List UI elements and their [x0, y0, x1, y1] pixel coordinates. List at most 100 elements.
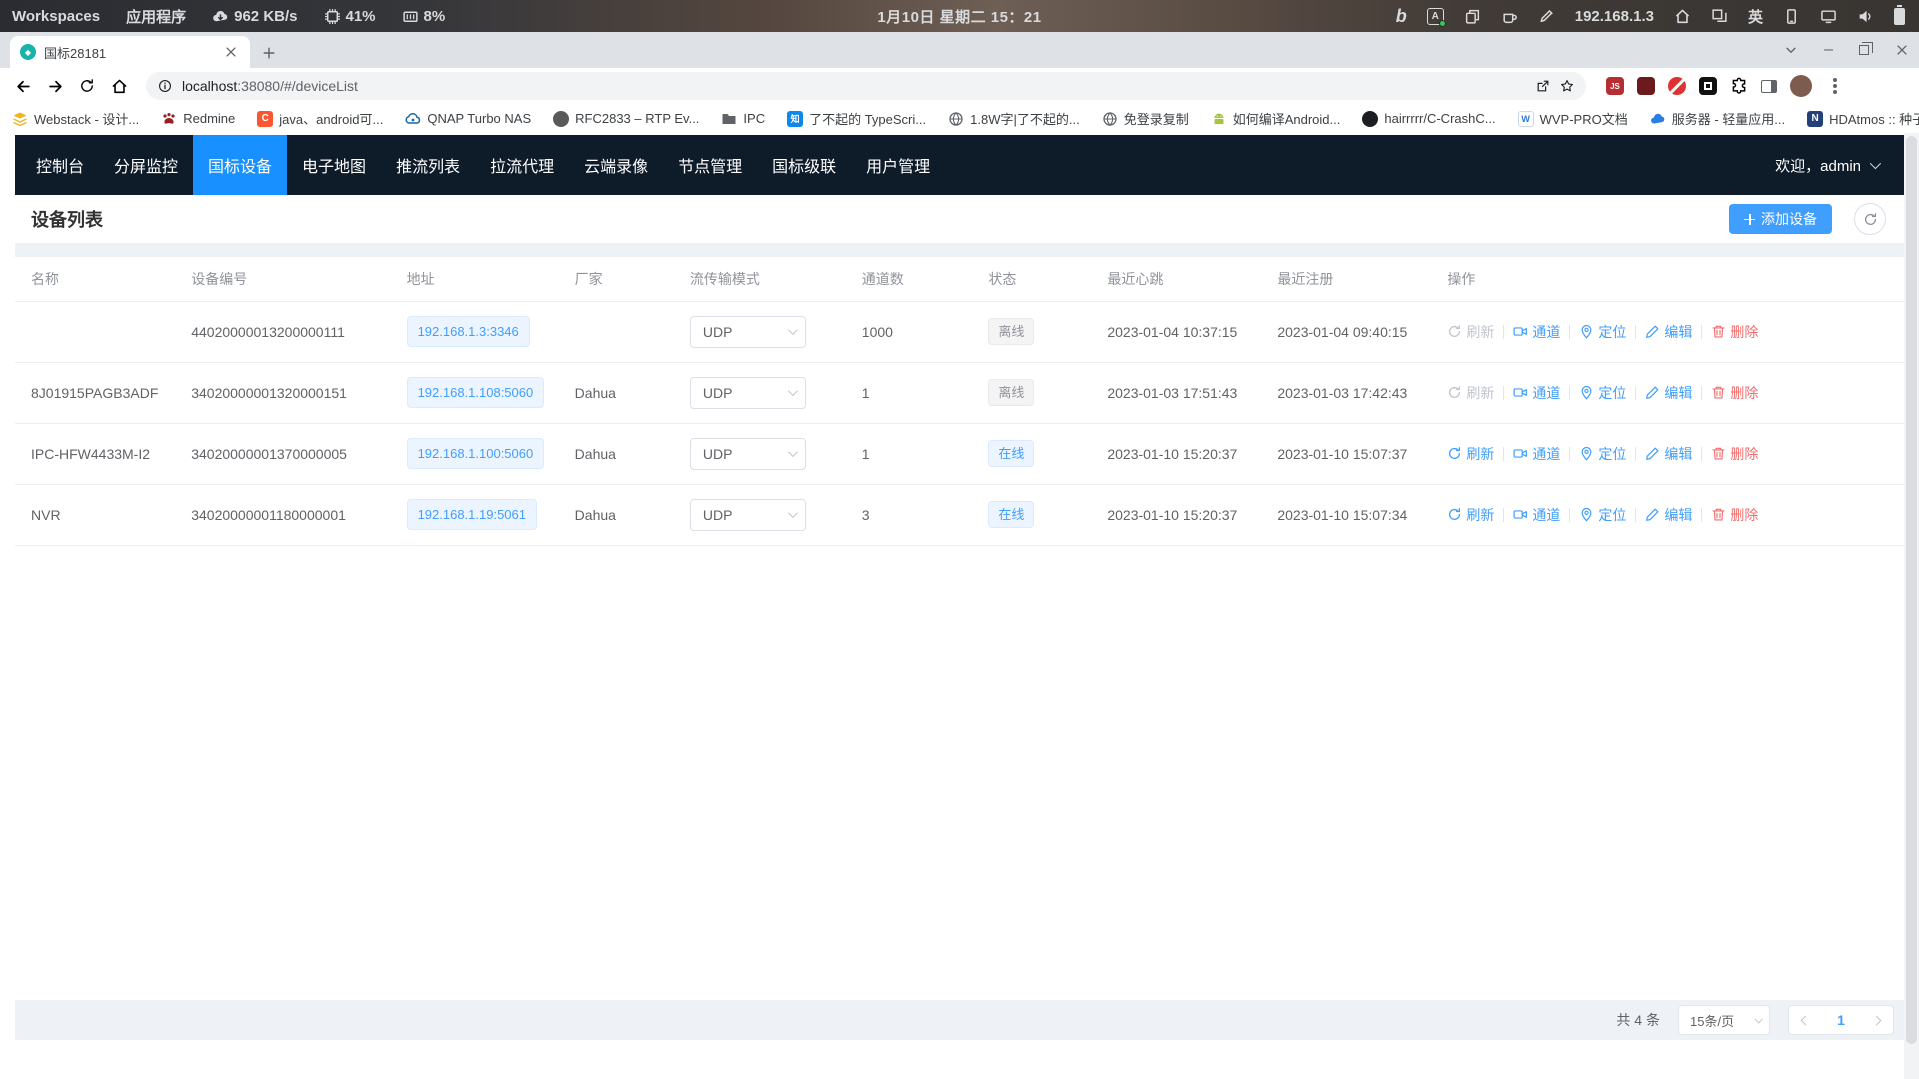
browser-menu-icon[interactable] — [1833, 84, 1837, 88]
bookmark-item[interactable]: NHDAtmos :: 种子 *... — [1807, 109, 1919, 128]
delete-button[interactable]: 删除 — [1711, 383, 1758, 403]
bookmark-item[interactable]: 知了不起的 TypeScri... — [787, 109, 926, 128]
channels-button[interactable]: 通道 — [1513, 322, 1560, 342]
goggles-extension-icon[interactable] — [1637, 77, 1655, 95]
edit-button[interactable]: 编辑 — [1645, 322, 1692, 342]
nav-item-console[interactable]: 控制台 — [21, 135, 99, 195]
home-button[interactable] — [106, 73, 132, 99]
bookmark-item[interactable]: RFC2833 – RTP Ev... — [553, 111, 699, 127]
cpu-value: 41% — [346, 8, 376, 25]
edit-button[interactable]: 编辑 — [1645, 444, 1692, 464]
share-icon[interactable] — [1536, 79, 1550, 93]
refresh-device-button[interactable]: 刷新 — [1447, 505, 1494, 525]
window-close-button[interactable] — [1895, 43, 1909, 57]
nav-item-gb-devices[interactable]: 国标设备 — [193, 135, 287, 195]
bookmark-item[interactable]: 服务器 - 轻量应用... — [1650, 109, 1785, 128]
nav-item-push-list[interactable]: 推流列表 — [381, 135, 475, 195]
stream-mode-select[interactable]: UDP — [690, 438, 806, 470]
nav-item-user-manage[interactable]: 用户管理 — [851, 135, 945, 195]
page-size-select[interactable]: 15条/页 — [1678, 1005, 1770, 1035]
refresh-device-button[interactable]: 刷新 — [1447, 322, 1494, 342]
address-bar[interactable]: localhost:38080/#/deviceList — [146, 72, 1586, 100]
channels-button[interactable]: 通道 — [1513, 505, 1560, 525]
bookmark-item[interactable]: hairrrrr/C-CrashC... — [1362, 111, 1495, 127]
extensions-puzzle-icon[interactable] — [1730, 77, 1748, 95]
delete-button[interactable]: 删除 — [1711, 505, 1758, 525]
user-menu[interactable]: 欢迎，admin — [1775, 155, 1904, 176]
url-text[interactable]: localhost:38080/#/deviceList — [182, 78, 358, 94]
delete-button[interactable]: 删除 — [1711, 322, 1758, 342]
input-language-indicator[interactable]: 英 — [1748, 6, 1763, 27]
bookmark-item[interactable]: 如何编译Android... — [1211, 109, 1341, 128]
locate-button[interactable]: 定位 — [1579, 505, 1626, 525]
bookmark-item[interactable]: 免登录复制 — [1102, 109, 1189, 128]
nav-item-split-monitor[interactable]: 分屏监控 — [99, 135, 193, 195]
refresh-device-button[interactable]: 刷新 — [1447, 383, 1494, 403]
prev-page-button[interactable] — [1801, 1015, 1811, 1025]
dark-square-extension-icon[interactable] — [1699, 77, 1717, 95]
side-panel-icon[interactable] — [1761, 80, 1777, 93]
tab-search-chevron-icon[interactable] — [1784, 43, 1798, 57]
stream-mode-select[interactable]: UDP — [690, 377, 806, 409]
minimize-button[interactable]: – — [1824, 41, 1833, 59]
bookmark-item[interactable]: WWVP-PRO文档 — [1518, 109, 1628, 128]
stream-mode-select[interactable]: UDP — [690, 499, 806, 531]
restore-button[interactable] — [1859, 45, 1869, 55]
caffeine-tray-icon[interactable] — [1501, 8, 1518, 25]
locate-button[interactable]: 定位 — [1579, 444, 1626, 464]
refresh-device-button[interactable]: 刷新 — [1447, 444, 1494, 464]
home-tray-icon[interactable] — [1674, 8, 1691, 25]
locate-button[interactable]: 定位 — [1579, 383, 1626, 403]
bookmark-item[interactable]: Cjava、android可... — [257, 109, 383, 128]
workspaces-button[interactable]: Workspaces — [12, 8, 100, 25]
channels-button[interactable]: 通道 — [1513, 383, 1560, 403]
edit-button[interactable]: 编辑 — [1645, 505, 1692, 525]
back-button[interactable] — [10, 73, 36, 99]
bookmark-item[interactable]: 1.8W字|了不起的... — [948, 109, 1080, 128]
forward-button[interactable] — [42, 73, 68, 99]
new-tab-button[interactable] — [258, 42, 280, 64]
next-page-button[interactable] — [1872, 1015, 1882, 1025]
delete-button[interactable]: 删除 — [1711, 444, 1758, 464]
bookmark-item[interactable]: Redmine — [161, 111, 235, 127]
nav-item-pull-proxy[interactable]: 拉流代理 — [475, 135, 569, 195]
ip-address-indicator[interactable]: 192.168.1.3 — [1575, 8, 1654, 25]
js-extension-icon[interactable]: JS — [1606, 77, 1624, 95]
nav-item-e-map[interactable]: 电子地图 — [287, 135, 381, 195]
workspaces-tray-icon[interactable] — [1711, 8, 1728, 25]
volume-icon[interactable] — [1857, 8, 1874, 25]
divider — [1503, 447, 1504, 461]
stream-mode-select[interactable]: UDP — [690, 316, 806, 348]
bing-tray-icon[interactable]: b — [1396, 6, 1407, 27]
battery-icon[interactable] — [1894, 8, 1905, 25]
locate-button[interactable]: 定位 — [1579, 322, 1626, 342]
screenshot-tool-icon[interactable]: A — [1427, 8, 1444, 25]
page-scrollbar[interactable] — [1904, 133, 1919, 1079]
clipboard-tray-icon[interactable] — [1464, 8, 1481, 25]
color-picker-tray-icon[interactable] — [1538, 8, 1555, 25]
display-tray-icon[interactable] — [1820, 8, 1837, 25]
site-info-icon[interactable] — [158, 79, 172, 93]
tab-close-button[interactable] — [220, 41, 242, 63]
reload-button[interactable] — [74, 73, 100, 99]
bookmark-item[interactable]: QNAP Turbo NAS — [405, 111, 531, 127]
phone-link-icon[interactable] — [1783, 8, 1800, 25]
bookmark-item[interactable]: Webstack - 设计... — [12, 109, 139, 128]
bookmark-item[interactable]: IPC — [721, 111, 765, 127]
profile-avatar[interactable] — [1790, 75, 1812, 97]
refresh-list-button[interactable] — [1854, 203, 1886, 235]
bookmark-star-icon[interactable] — [1560, 79, 1574, 93]
cell-heartbeat: 2023-01-03 17:51:43 — [1097, 362, 1267, 423]
nav-item-gb-cascade[interactable]: 国标级联 — [757, 135, 851, 195]
applications-button[interactable]: 应用程序 — [126, 6, 186, 27]
current-page[interactable]: 1 — [1837, 1012, 1845, 1028]
edit-button[interactable]: 编辑 — [1645, 383, 1692, 403]
clock-indicator[interactable]: 1月10日 星期二 15：21 — [877, 6, 1041, 27]
adblock-extension-icon[interactable] — [1668, 77, 1686, 95]
browser-tab[interactable]: ◆ 国标28181 — [10, 36, 250, 68]
scrollbar-thumb[interactable] — [1906, 136, 1917, 1044]
nav-item-node-manage[interactable]: 节点管理 — [663, 135, 757, 195]
nav-item-cloud-record[interactable]: 云端录像 — [569, 135, 663, 195]
add-device-button[interactable]: 添加设备 — [1729, 204, 1832, 234]
channels-button[interactable]: 通道 — [1513, 444, 1560, 464]
